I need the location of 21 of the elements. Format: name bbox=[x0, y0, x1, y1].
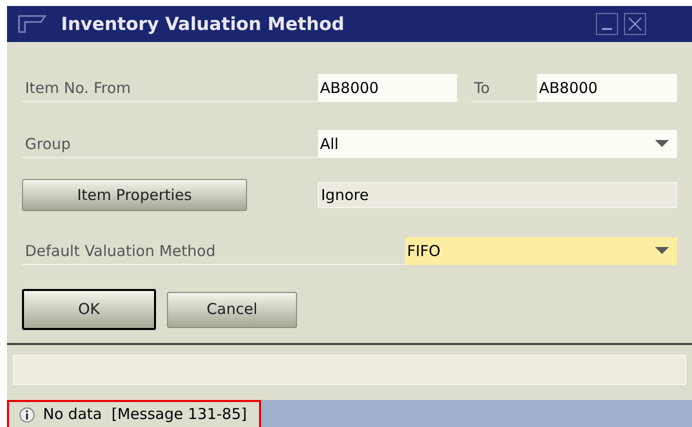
field-label: Group bbox=[24, 134, 71, 154]
dialog-button[interactable]: OK bbox=[22, 289, 156, 330]
item-from-field[interactable]: AB8000 bbox=[318, 74, 457, 102]
valuation-method-dropdown[interactable]: FIFO bbox=[405, 237, 677, 265]
item-properties-button[interactable]: Item Properties bbox=[22, 179, 247, 211]
window-icon bbox=[17, 14, 47, 34]
field-label: Default Valuation Method bbox=[24, 240, 216, 262]
dropdown-caret-icon[interactable] bbox=[655, 140, 669, 148]
dropdown-caret-icon[interactable] bbox=[655, 247, 669, 255]
group-dropdown[interactable]: All bbox=[318, 130, 677, 158]
close-icon[interactable] bbox=[628, 17, 642, 31]
status-message: No data [Message 131-85] bbox=[7, 400, 261, 427]
info-icon bbox=[19, 406, 35, 422]
item-properties-field: Ignore bbox=[318, 182, 677, 208]
dialog-button[interactable]: Cancel bbox=[167, 292, 297, 328]
field-label: Item No. From bbox=[24, 78, 131, 98]
window-title: Inventory Valuation Method bbox=[61, 12, 344, 36]
close-button[interactable] bbox=[624, 13, 646, 35]
minimize-button[interactable] bbox=[596, 13, 618, 35]
item-to-field[interactable]: AB8000 bbox=[537, 74, 677, 102]
field-label: To bbox=[473, 78, 490, 98]
